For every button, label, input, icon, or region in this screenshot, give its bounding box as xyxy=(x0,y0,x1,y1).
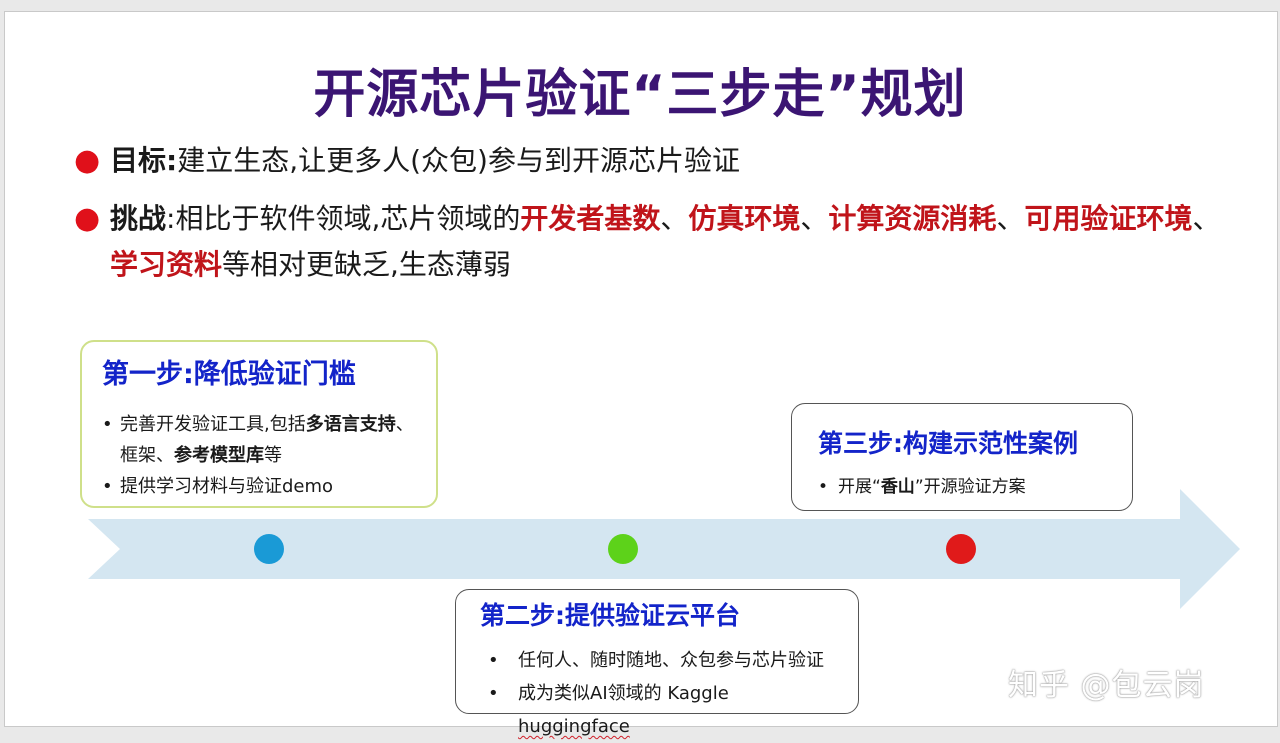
timeline-marker-step1 xyxy=(254,534,284,564)
timeline-marker-step2 xyxy=(608,534,638,564)
step3-item-xiangshan-name: 香山 xyxy=(880,477,915,497)
step1-item-tools-text-e: 等 xyxy=(264,445,282,466)
step2-item-kaggle-text: 成为类似AI领域的 Kaggle xyxy=(518,683,729,704)
step3-item-text-a: 开展“ xyxy=(838,477,881,497)
step2-item-crowdsource: 任何人、随时随地、众包参与芯片验证 xyxy=(480,644,844,677)
step1-item-tools-reference-models: 参考模型库 xyxy=(174,445,264,466)
step1-item-tools: 完善开发验证工具,包括多语言支持、框架、参考模型库等 xyxy=(102,409,422,471)
step1-list: 完善开发验证工具,包括多语言支持、框架、参考模型库等 提供学习材料与验证demo xyxy=(102,409,422,502)
step3-item-text-c: ”开源验证方案 xyxy=(914,477,1026,497)
step2-list: 任何人、随时随地、众包参与芯片验证 成为类似AI领域的 Kaggle huggi… xyxy=(480,644,844,743)
step1-item-materials: 提供学习材料与验证demo xyxy=(102,471,422,502)
step1-item-tools-text-a: 完善开发验证工具,包括 xyxy=(120,414,306,435)
step2-item-kaggle: 成为类似AI领域的 Kaggle huggingface xyxy=(480,677,844,743)
step3-item-xiangshan: 开展“香山”开源验证方案 xyxy=(818,472,1118,503)
step1-box: 第一步:降低验证门槛 完善开发验证工具,包括多语言支持、框架、参考模型库等 提供… xyxy=(80,340,438,508)
step1-title: 第一步:降低验证门槛 xyxy=(102,359,356,390)
step3-box: 第三步:构建示范性案例 开展“香山”开源验证方案 xyxy=(791,403,1133,511)
step2-item-huggingface: huggingface xyxy=(518,716,630,737)
step3-list: 开展“香山”开源验证方案 xyxy=(818,472,1118,503)
step1-item-tools-multilang: 多语言支持 xyxy=(305,414,396,435)
step2-title: 第二步:提供验证云平台 xyxy=(480,601,740,630)
timeline-marker-step3 xyxy=(946,534,976,564)
watermark: 知乎 @包云岗 xyxy=(1008,668,1205,703)
step2-box: 第二步:提供验证云平台 任何人、随时随地、众包参与芯片验证 成为类似AI领域的 … xyxy=(455,589,859,737)
step3-title: 第三步:构建示范性案例 xyxy=(818,429,1078,458)
